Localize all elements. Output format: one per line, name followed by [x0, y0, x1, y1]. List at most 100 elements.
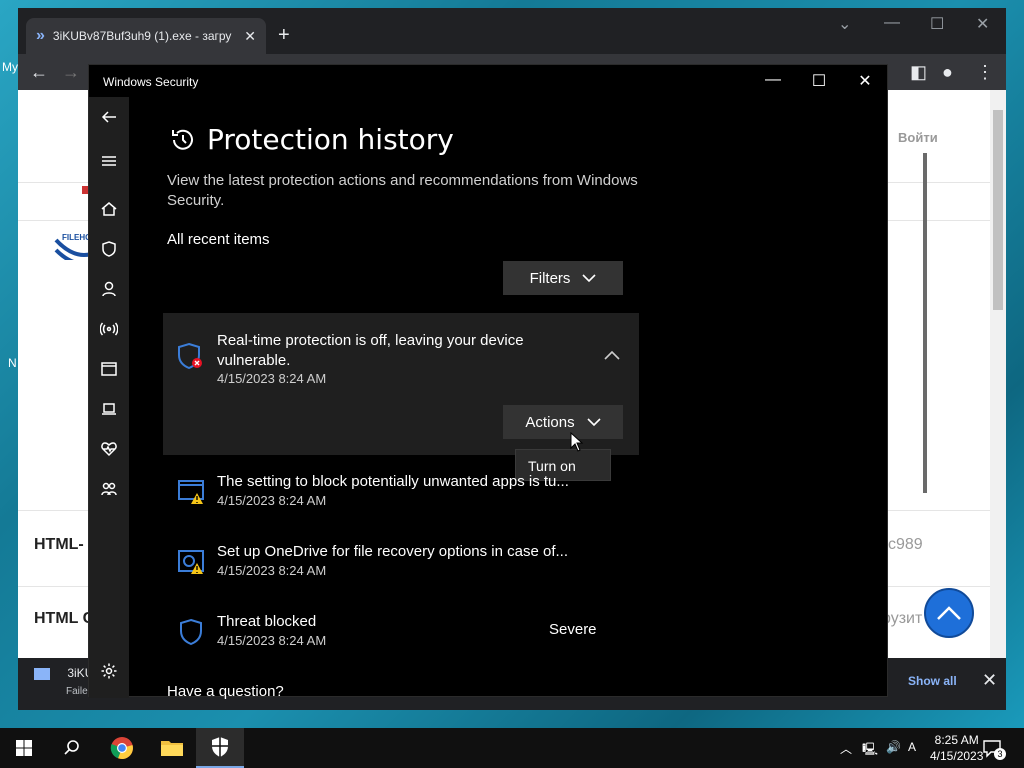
home-icon[interactable]: [97, 197, 121, 221]
search-button[interactable]: [48, 728, 96, 768]
history-item-date: 4/15/2023 8:24 AM: [217, 493, 327, 508]
desktop-icon-label: My: [2, 60, 18, 74]
start-button[interactable]: [0, 728, 48, 768]
maximize-browser-icon[interactable]: ☐: [930, 14, 944, 34]
history-item-date: 4/15/2023 8:24 AM: [217, 633, 327, 648]
chrome-taskbar-button[interactable]: [98, 728, 146, 768]
back-icon[interactable]: ←: [30, 62, 48, 83]
actions-button[interactable]: Actions: [503, 405, 623, 439]
forward-icon[interactable]: →: [62, 62, 80, 83]
page-scrollbar[interactable]: [990, 90, 1006, 658]
login-link[interactable]: Войти: [898, 130, 938, 145]
back-arrow-icon[interactable]: [97, 105, 121, 129]
menu-icon[interactable]: ⋮: [976, 62, 994, 83]
history-item-date: 4/15/2023 8:24 AM: [217, 563, 327, 578]
scrollbar-thumb[interactable]: [993, 110, 1003, 310]
volume-icon[interactable]: 🔊: [886, 740, 901, 754]
window-title: Windows Security: [103, 75, 199, 89]
file-explorer-button[interactable]: [148, 728, 196, 768]
main-content: Protection history View the latest prote…: [129, 97, 927, 700]
show-all-button[interactable]: Show all: [908, 674, 957, 688]
history-item-title: Threat blocked: [217, 613, 317, 630]
recovery-warning-icon: [178, 550, 204, 574]
search-icon: [64, 740, 79, 755]
sidebar: [89, 97, 129, 698]
history-item[interactable]: The setting to block potentially unwante…: [163, 473, 663, 513]
chevron-down-icon: [587, 418, 601, 427]
new-tab-button[interactable]: +: [278, 24, 290, 47]
browser-tab-title: 3iKUBv87Buf3uh9 (1).exe - загру: [52, 29, 232, 43]
severity-label: Severe: [549, 621, 597, 638]
page-title-text: Protection history: [207, 123, 454, 156]
history-item[interactable]: Set up OneDrive for file recovery option…: [163, 543, 663, 583]
account-icon[interactable]: [97, 277, 121, 301]
loading-fragment: рузит: [882, 610, 923, 627]
browser-tabbar: » 3iKUBv87Buf3uh9 (1).exe - загру ✕ + ⌄ …: [18, 8, 1006, 60]
chevron-up-icon[interactable]: [603, 349, 621, 361]
page-title: Protection history: [169, 123, 454, 156]
close-browser-icon[interactable]: ✕: [976, 14, 989, 34]
chevron-up-icon[interactable]: ︿: [840, 740, 852, 757]
tab-search-icon[interactable]: ⌄: [838, 14, 851, 34]
app-warning-icon: [178, 480, 204, 504]
system-clock[interactable]: 8:25 AM 4/15/2023: [930, 732, 983, 764]
content-scrollbar[interactable]: [923, 153, 927, 493]
app-browser-icon[interactable]: [97, 357, 121, 381]
heart-pulse-icon[interactable]: [97, 437, 121, 461]
filters-label: Filters: [529, 269, 571, 287]
file-icon: [34, 667, 50, 680]
close-button[interactable]: ✕: [855, 71, 875, 91]
page-heading: HTML C: [34, 610, 95, 627]
family-icon[interactable]: [97, 477, 121, 501]
download-status: Faile: [66, 686, 88, 697]
download-item[interactable]: 3iKU: [34, 666, 93, 680]
side-panel-icon[interactable]: ◧: [910, 62, 927, 83]
notification-center-button[interactable]: 3: [982, 738, 1006, 760]
taskbar: ︿ 🖳 🔊 A 8:25 AM 4/15/2023 3: [0, 728, 1024, 768]
shield-error-icon: [178, 342, 202, 370]
history-icon: [172, 129, 193, 150]
windows-security-window: Windows Security — ☐ ✕ Protection histor…: [88, 64, 927, 700]
laptop-icon[interactable]: [97, 397, 121, 421]
shield-icon[interactable]: [97, 237, 121, 261]
logo-text: FILEHO: [62, 233, 91, 242]
chevron-down-icon: [582, 274, 596, 283]
windows-security-taskbar-button[interactable]: [196, 728, 244, 768]
history-item[interactable]: Threat blocked 4/15/2023 8:24 AM Severe: [163, 613, 663, 653]
code-fragment: c989: [888, 536, 923, 553]
hamburger-menu-icon[interactable]: [97, 149, 121, 173]
history-item-title: The setting to block potentially unwante…: [217, 473, 569, 490]
recent-items-label: All recent items: [167, 231, 270, 248]
clock-date: 4/15/2023: [930, 749, 984, 763]
scroll-to-top-button[interactable]: [924, 588, 974, 638]
minimize-browser-icon[interactable]: —: [884, 14, 900, 32]
browser-tab[interactable]: » 3iKUBv87Buf3uh9 (1).exe - загру ✕: [26, 18, 266, 54]
profile-icon[interactable]: ●: [942, 62, 953, 83]
clock-time: 8:25 AM: [934, 733, 979, 747]
minimize-button[interactable]: —: [763, 71, 783, 89]
close-tab-icon[interactable]: ✕: [244, 28, 256, 45]
page-description: View the latest protection actions and r…: [167, 172, 638, 209]
shield-icon: [180, 618, 202, 646]
folder-icon: [161, 741, 183, 756]
chevron-up-icon: [937, 606, 961, 620]
question-heading: Have a question?: [167, 683, 284, 700]
network-icon[interactable]: 🖳: [862, 740, 878, 761]
language-icon[interactable]: A: [908, 740, 916, 754]
desktop-icon-label: N: [8, 356, 17, 370]
page-heading: HTML-: [34, 536, 84, 553]
history-item-title: Set up OneDrive for file recovery option…: [217, 543, 568, 560]
windows-logo-icon: [16, 740, 32, 756]
actions-label: Actions: [525, 413, 575, 431]
chrome-icon: [110, 737, 133, 760]
filters-button[interactable]: Filters: [503, 261, 623, 295]
mouse-cursor-icon: [570, 432, 584, 452]
chevron-right-icon: »: [36, 27, 45, 44]
notification-badge: 3: [994, 748, 1006, 760]
settings-gear-icon[interactable]: [97, 659, 121, 683]
history-item-date: 4/15/2023 8:24 AM: [217, 371, 327, 386]
close-download-bar-icon[interactable]: ✕: [982, 670, 997, 691]
shield-icon: [212, 737, 228, 757]
wifi-icon[interactable]: [97, 317, 121, 341]
maximize-button[interactable]: ☐: [809, 71, 829, 91]
